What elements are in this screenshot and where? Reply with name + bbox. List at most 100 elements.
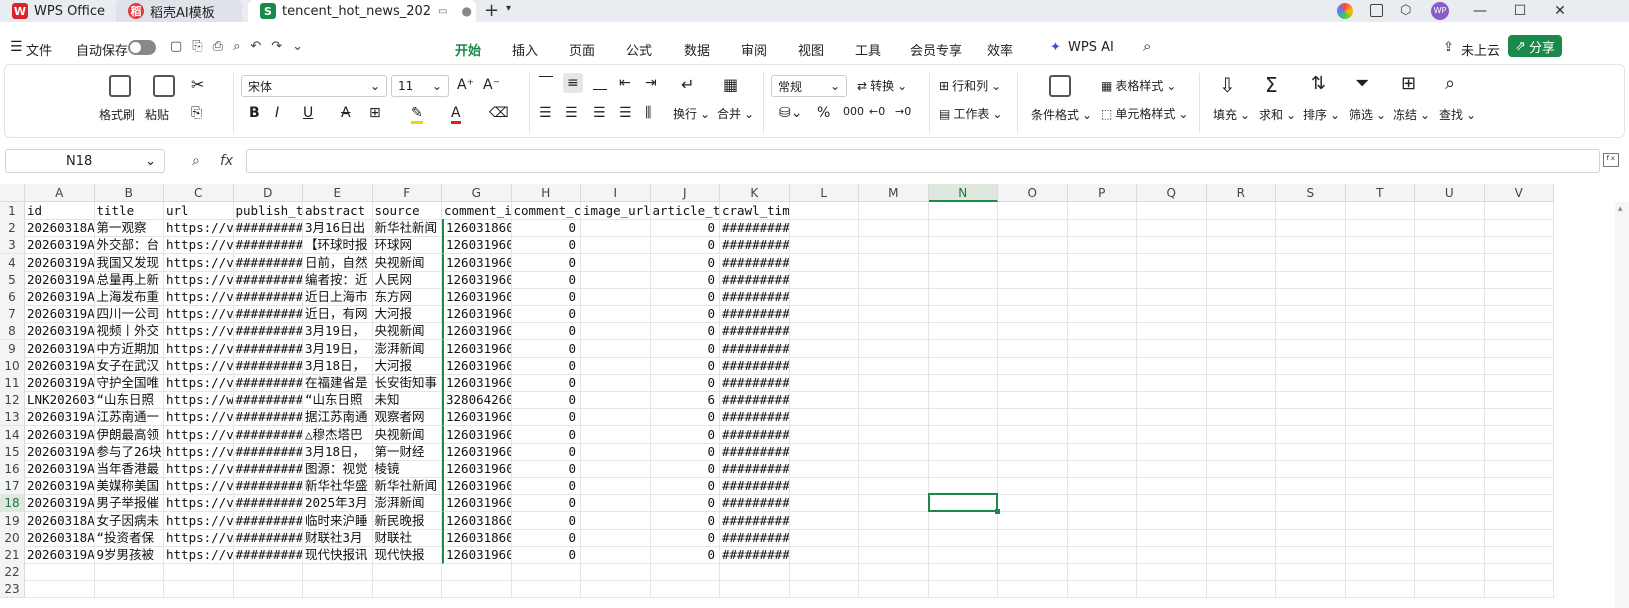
cell-T3[interactable] <box>1345 236 1415 255</box>
cell-C21[interactable]: https://v <box>164 546 234 564</box>
cell-E15[interactable]: 3月18日， <box>303 442 373 461</box>
cell-J22[interactable] <box>650 563 720 582</box>
cell-O7[interactable] <box>998 305 1068 324</box>
menu-tab-insert[interactable]: 插入 <box>512 40 538 59</box>
cell-Q9[interactable] <box>1137 339 1207 358</box>
cell-S15[interactable] <box>1276 442 1346 461</box>
cell-E23[interactable] <box>303 580 373 599</box>
find-icon[interactable]: ⌕ <box>1445 73 1455 94</box>
cell-H5[interactable]: 0 <box>511 270 581 289</box>
cell-H19[interactable]: 0 <box>511 511 581 530</box>
cell-F5[interactable]: 人民网 <box>372 270 442 289</box>
cell-B13[interactable]: 江苏南通一 <box>94 408 164 427</box>
cell-C6[interactable]: https://v <box>164 288 234 306</box>
cell-L4[interactable] <box>789 253 859 272</box>
fx-icon[interactable]: fx <box>220 153 233 169</box>
cell-Q8[interactable] <box>1137 322 1207 341</box>
cell-Q17[interactable] <box>1137 477 1207 496</box>
cell-R5[interactable] <box>1206 270 1276 289</box>
cell-F22[interactable] <box>372 563 442 582</box>
cell-J9[interactable]: 0 <box>650 339 720 358</box>
cell-C22[interactable] <box>164 563 234 582</box>
cell-E6[interactable]: 近日上海市 <box>303 288 373 306</box>
cell-D22[interactable] <box>233 563 303 582</box>
cell-T22[interactable] <box>1345 563 1415 582</box>
cell-U7[interactable] <box>1415 305 1485 324</box>
cell-Q19[interactable] <box>1137 511 1207 530</box>
cell-G5[interactable]: 126031960 <box>442 270 512 289</box>
italic-icon[interactable]: I <box>275 105 279 121</box>
cell-B19[interactable]: 女子因病未 <box>94 511 164 530</box>
find-button[interactable]: 查找 ⌄ <box>1439 106 1476 123</box>
row-header-14[interactable]: 14 <box>0 425 25 444</box>
cell-E13[interactable]: 据江苏南通 <box>303 408 373 427</box>
row-header-10[interactable]: 10 <box>0 356 25 375</box>
cut-icon[interactable]: ✂ <box>191 75 204 94</box>
cell-F13[interactable]: 观察者网 <box>372 408 442 427</box>
cell-E2[interactable]: 3月16日出 <box>303 219 373 238</box>
cell-G22[interactable] <box>442 563 512 582</box>
cell-U2[interactable] <box>1415 219 1485 238</box>
merge-cells-button[interactable]: 合并 ⌄ <box>717 105 754 122</box>
cell-D11[interactable]: ######### <box>233 374 303 392</box>
sort-button[interactable]: 排序 ⌄ <box>1303 106 1340 123</box>
cell-F11[interactable]: 长安街知事 <box>372 374 442 392</box>
minimize-icon[interactable]: — <box>1460 0 1500 22</box>
column-header-B[interactable]: B <box>94 184 164 202</box>
table-style-button[interactable]: ▦ 表格样式 ⌄ <box>1101 77 1176 94</box>
cell-M3[interactable] <box>859 236 929 255</box>
cell-S9[interactable] <box>1276 339 1346 358</box>
freeze-icon[interactable]: ⊞ <box>1401 73 1416 94</box>
cell-C3[interactable]: https://v <box>164 236 234 255</box>
cell-U4[interactable] <box>1415 253 1485 272</box>
cell-I1[interactable]: image_url <box>581 202 651 220</box>
cell-B12[interactable]: “山东日照 <box>94 391 164 410</box>
cell-N10[interactable] <box>928 356 998 375</box>
font-color-icon[interactable]: A <box>451 105 461 124</box>
cell-T4[interactable] <box>1345 253 1415 272</box>
cell-B15[interactable]: 参与了26块 <box>94 442 164 461</box>
convert-button[interactable]: ⇄ 转换 ⌄ <box>857 77 907 94</box>
autosave-toggle[interactable] <box>128 40 156 55</box>
cell-V4[interactable] <box>1484 253 1554 272</box>
column-header-J[interactable]: J <box>650 184 720 202</box>
cell-N4[interactable] <box>928 253 998 272</box>
cell-J7[interactable]: 0 <box>650 305 720 324</box>
cell-H11[interactable]: 0 <box>511 374 581 392</box>
cell-F12[interactable]: 未知 <box>372 391 442 410</box>
cell-N16[interactable] <box>928 460 998 478</box>
cell-V8[interactable] <box>1484 322 1554 341</box>
cell-E4[interactable]: 日前，自然 <box>303 253 373 272</box>
cell-A21[interactable]: 20260319A <box>25 546 95 564</box>
cell-V9[interactable] <box>1484 339 1554 358</box>
cell-D2[interactable]: ######### <box>233 219 303 238</box>
cell-D23[interactable] <box>233 580 303 599</box>
cell-O11[interactable] <box>998 374 1068 392</box>
cell-A9[interactable]: 20260319A <box>25 339 95 358</box>
cell-B6[interactable]: 上海发布重 <box>94 288 164 306</box>
cell-F9[interactable]: 澎湃新闻 <box>372 339 442 358</box>
cell-E16[interactable]: 图源：视觉 <box>303 460 373 478</box>
copy-icon[interactable]: ⎘ <box>191 105 202 121</box>
cell-V17[interactable] <box>1484 477 1554 496</box>
cell-F21[interactable]: 现代快报 <box>372 546 442 564</box>
cell-C8[interactable]: https://v <box>164 322 234 341</box>
cell-T16[interactable] <box>1345 460 1415 478</box>
cell-M9[interactable] <box>859 339 929 358</box>
menu-tab-review[interactable]: 审阅 <box>741 40 767 59</box>
cell-A22[interactable] <box>25 563 95 582</box>
cell-K21[interactable]: ######### <box>720 546 790 564</box>
cell-G2[interactable]: 126031860 <box>442 219 512 238</box>
cell-J8[interactable]: 0 <box>650 322 720 341</box>
indent-decrease-icon[interactable]: ⇤ <box>619 75 631 91</box>
cell-R13[interactable] <box>1206 408 1276 427</box>
share-button[interactable]: ⇗ 分享 <box>1508 35 1562 57</box>
menu-wps-ai[interactable]: WPS AI <box>1068 40 1114 55</box>
cell-J16[interactable]: 0 <box>650 460 720 478</box>
cell-J4[interactable]: 0 <box>650 253 720 272</box>
row-header-3[interactable]: 3 <box>0 236 25 255</box>
cell-A4[interactable]: 20260319A <box>25 253 95 272</box>
cell-J11[interactable]: 0 <box>650 374 720 392</box>
cell-F2[interactable]: 新华社新闻 <box>372 219 442 238</box>
cell-N6[interactable] <box>928 288 998 306</box>
